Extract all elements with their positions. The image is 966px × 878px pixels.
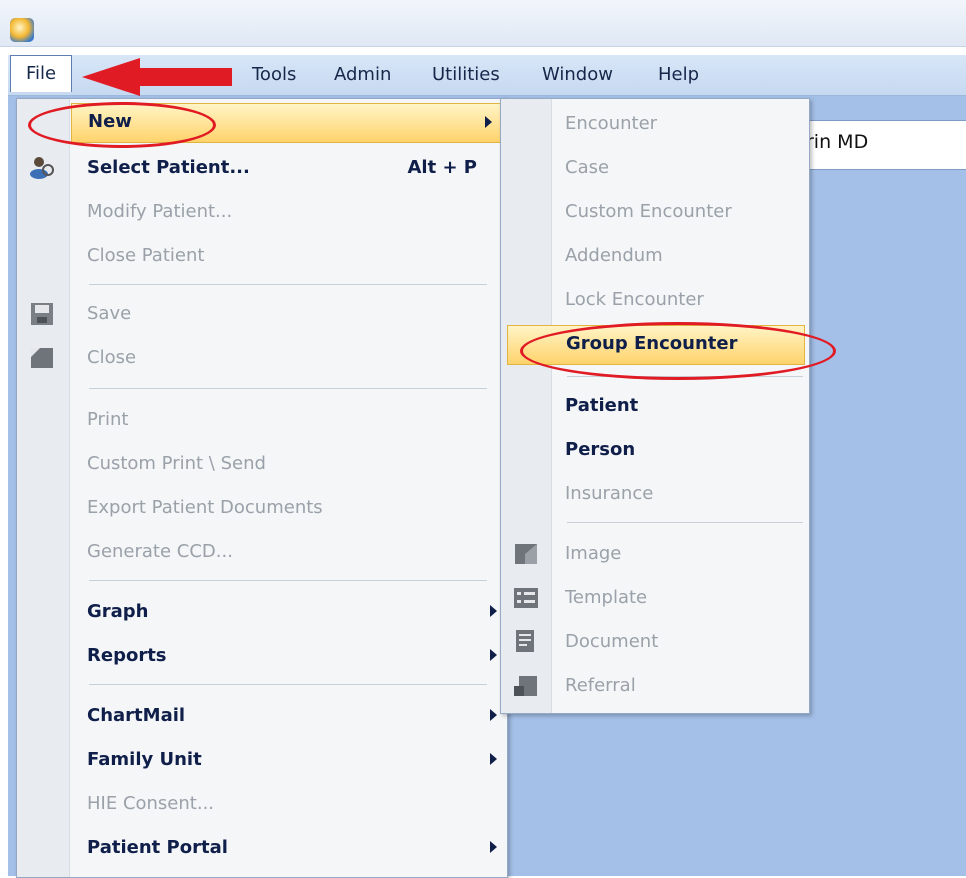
menu-item-export-patient-documents: Export Patient Documents (87, 497, 323, 518)
menu-separator (567, 522, 803, 523)
submenu-arrow-icon (490, 605, 497, 617)
select-patient-icon (30, 157, 54, 179)
close-document-icon (31, 348, 53, 368)
menu-item-custom-print-send: Custom Print \ Send (87, 453, 266, 474)
submenu-arrow-icon (490, 841, 497, 853)
menu-icon-gutter (17, 99, 70, 877)
new-submenu: Encounter Case Custom Encounter Addendum… (500, 98, 810, 714)
document-icon (516, 630, 534, 652)
menu-separator (89, 684, 487, 685)
menu-utilities[interactable]: Utilities (426, 55, 506, 95)
menu-item-graph[interactable]: Graph (69, 593, 507, 633)
template-icon (514, 588, 538, 608)
menu-tools[interactable]: Tools (246, 55, 302, 95)
submenu-item-image: Image (565, 543, 622, 564)
submenu-arrow-icon (490, 709, 497, 721)
provider-name: rin MD (806, 131, 869, 153)
submenu-item-encounter: Encounter (565, 113, 658, 134)
submenu-item-template: Template (565, 587, 648, 608)
menu-separator (89, 284, 487, 285)
submenu-item-patient[interactable]: Patient (551, 387, 809, 427)
referral-icon (514, 676, 537, 696)
file-dropdown-menu: New Select Patient... Alt + P Modify Pat… (16, 98, 508, 878)
submenu-item-referral: Referral (565, 675, 636, 696)
submenu-arrow-icon (485, 116, 492, 128)
menu-item-modify-patient: Modify Patient... (87, 201, 233, 222)
submenu-item-lock-encounter: Lock Encounter (565, 289, 704, 310)
menu-file[interactable]: File (10, 55, 72, 92)
image-icon (515, 544, 537, 564)
submenu-arrow-icon (490, 649, 497, 661)
menu-item-print: Print (87, 409, 129, 430)
save-icon (31, 303, 53, 325)
menu-separator (89, 580, 487, 581)
submenu-item-custom-encounter: Custom Encounter (565, 201, 732, 222)
submenu-item-case: Case (565, 157, 610, 178)
menu-item-close: Close (87, 347, 137, 368)
menu-help[interactable]: Help (652, 55, 705, 95)
menu-window[interactable]: Window (536, 55, 619, 95)
menu-item-reports[interactable]: Reports (69, 637, 507, 677)
red-circle-annotation-new (28, 102, 216, 148)
menu-item-generate-ccd: Generate CCD... (87, 541, 233, 562)
menu-item-family-unit[interactable]: Family Unit (69, 741, 507, 781)
menu-item-hie-consent: HIE Consent... (87, 793, 215, 814)
title-bar (0, 0, 966, 47)
menu-item-save: Save (87, 303, 132, 324)
menu-item-chartmail[interactable]: ChartMail (69, 697, 507, 737)
app-icon[interactable] (10, 18, 34, 42)
submenu-arrow-icon (490, 753, 497, 765)
red-circle-annotation-group-encounter (520, 322, 836, 380)
menu-admin[interactable]: Admin (328, 55, 397, 95)
submenu-icon-gutter (501, 99, 552, 713)
submenu-item-insurance: Insurance (565, 483, 654, 504)
menu-item-close-patient: Close Patient (87, 245, 205, 266)
menu-separator (89, 388, 487, 389)
menu-item-patient-portal[interactable]: Patient Portal (69, 829, 507, 869)
submenu-item-addendum: Addendum (565, 245, 663, 266)
menu-item-select-patient[interactable]: Select Patient... Alt + P (69, 149, 507, 189)
red-arrow-annotation (82, 58, 232, 96)
submenu-item-person[interactable]: Person (551, 431, 809, 471)
submenu-item-document: Document (565, 631, 659, 652)
